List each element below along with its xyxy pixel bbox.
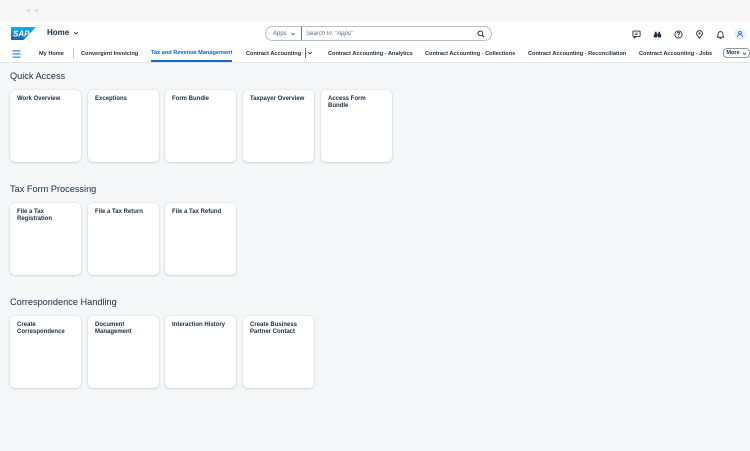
strip-dot <box>27 9 30 12</box>
section-title-correspondence-handling: Correspondence Handling <box>10 297 117 307</box>
help-icon <box>674 29 683 39</box>
tile-file-a-tax-registration[interactable]: File a Tax Registration <box>10 203 81 275</box>
tile-label: File a Tax Registration <box>17 209 53 222</box>
tile-taxpayer-overview[interactable]: Taxpayer Overview <box>243 90 314 162</box>
notifications-button[interactable] <box>710 28 731 40</box>
tab-tax-and-revenue-management[interactable]: Tax and Revenue Management <box>151 45 233 62</box>
tile-label: Exceptions <box>95 96 128 102</box>
tile-access-form-bundle[interactable]: Access Form Bundle <box>321 90 392 162</box>
binoculars-icon <box>653 31 662 38</box>
strip-dot <box>35 9 38 12</box>
tile-form-bundle[interactable]: Form Bundle <box>165 90 236 162</box>
tab-contract-accounting-reconciliation[interactable]: Contract Accounting - Reconciliation <box>528 45 626 62</box>
tile-label: Interaction History <box>172 322 226 328</box>
tile-interaction-history[interactable]: Interaction History <box>165 316 236 388</box>
shell-actions <box>626 28 746 40</box>
section-title-tax-form-processing: Tax Form Processing <box>10 184 97 194</box>
feedback-button[interactable] <box>626 28 647 40</box>
browser-top-strip <box>0 0 750 22</box>
user-avatar-button[interactable] <box>734 28 746 40</box>
search-field: Apps <box>265 26 492 41</box>
tile-file-a-tax-refund[interactable]: File a Tax Refund <box>165 203 236 275</box>
space-navigation: My Home Convergent Invoicing Tax and Rev… <box>0 45 750 63</box>
tab-contract-accounting-analytics[interactable]: Contract Accounting - Analytics <box>328 45 413 62</box>
tile-create-correspondence[interactable]: Create Correspondence <box>10 316 81 388</box>
tile-create-business-partner-contact[interactable]: Create Business Partner Contact <box>243 316 314 388</box>
tile-label: Create Correspondence <box>17 322 65 335</box>
hamburger-menu-icon[interactable] <box>12 50 21 58</box>
tile-file-a-tax-return[interactable]: File a Tax Return <box>88 203 159 275</box>
search-scope-select[interactable]: Apps <box>266 27 302 40</box>
notification-bell-icon <box>716 30 725 39</box>
chevron-down-icon <box>742 51 746 55</box>
tab-contract-accounting-jobs[interactable]: Contract Accounting - Jobs <box>639 45 712 62</box>
tab-divider <box>73 48 74 59</box>
tile-exceptions[interactable]: Exceptions <box>88 90 159 162</box>
tile-label: File a Tax Return <box>95 209 143 215</box>
sap-logo[interactable]: SAP <box>11 27 36 40</box>
tile-label: Form Bundle <box>172 96 209 102</box>
chevron-down-icon <box>74 31 79 35</box>
search-scope-label: Apps <box>273 30 287 37</box>
more-tabs-button[interactable]: More <box>723 48 750 58</box>
user-avatar-icon <box>737 30 743 38</box>
tab-convergent-invoicing[interactable]: Convergent Invoicing <box>81 45 138 62</box>
joule-button[interactable] <box>647 28 668 40</box>
home-title-menu[interactable]: Home <box>47 28 79 37</box>
location-button[interactable] <box>689 28 710 40</box>
search-icon[interactable] <box>477 29 485 38</box>
search-input[interactable] <box>306 27 477 40</box>
tab-my-home[interactable]: My Home <box>39 45 64 62</box>
help-button[interactable] <box>668 28 689 40</box>
tile-document-management[interactable]: Document Management <box>88 316 159 388</box>
tab-contract-accounting[interactable]: Contract Accounting <box>246 45 301 62</box>
tile-label: Work Overview <box>17 96 61 102</box>
svg-text:SAP: SAP <box>13 30 30 39</box>
tile-work-overview[interactable]: Work Overview <box>10 90 81 162</box>
feedback-icon <box>632 30 641 39</box>
chevron-down-icon[interactable] <box>307 50 313 56</box>
tab-contract-accounting-collections[interactable]: Contract Accounting - Collections <box>425 45 515 62</box>
tile-label: Taxpayer Overview <box>250 96 305 102</box>
tile-label: Create Business Partner Contact <box>250 322 298 335</box>
chevron-down-icon <box>290 32 296 36</box>
home-title-label: Home <box>47 28 70 37</box>
shell-bar: SAP Home Apps <box>0 22 750 45</box>
tile-label: Document Management <box>95 322 132 335</box>
location-icon <box>696 29 703 39</box>
split-divider <box>305 48 306 58</box>
section-title-quick-access: Quick Access <box>10 71 66 81</box>
tile-label: Access Form Bundle <box>328 96 366 109</box>
more-label: More <box>726 50 740 56</box>
tile-label: File a Tax Refund <box>172 209 222 215</box>
